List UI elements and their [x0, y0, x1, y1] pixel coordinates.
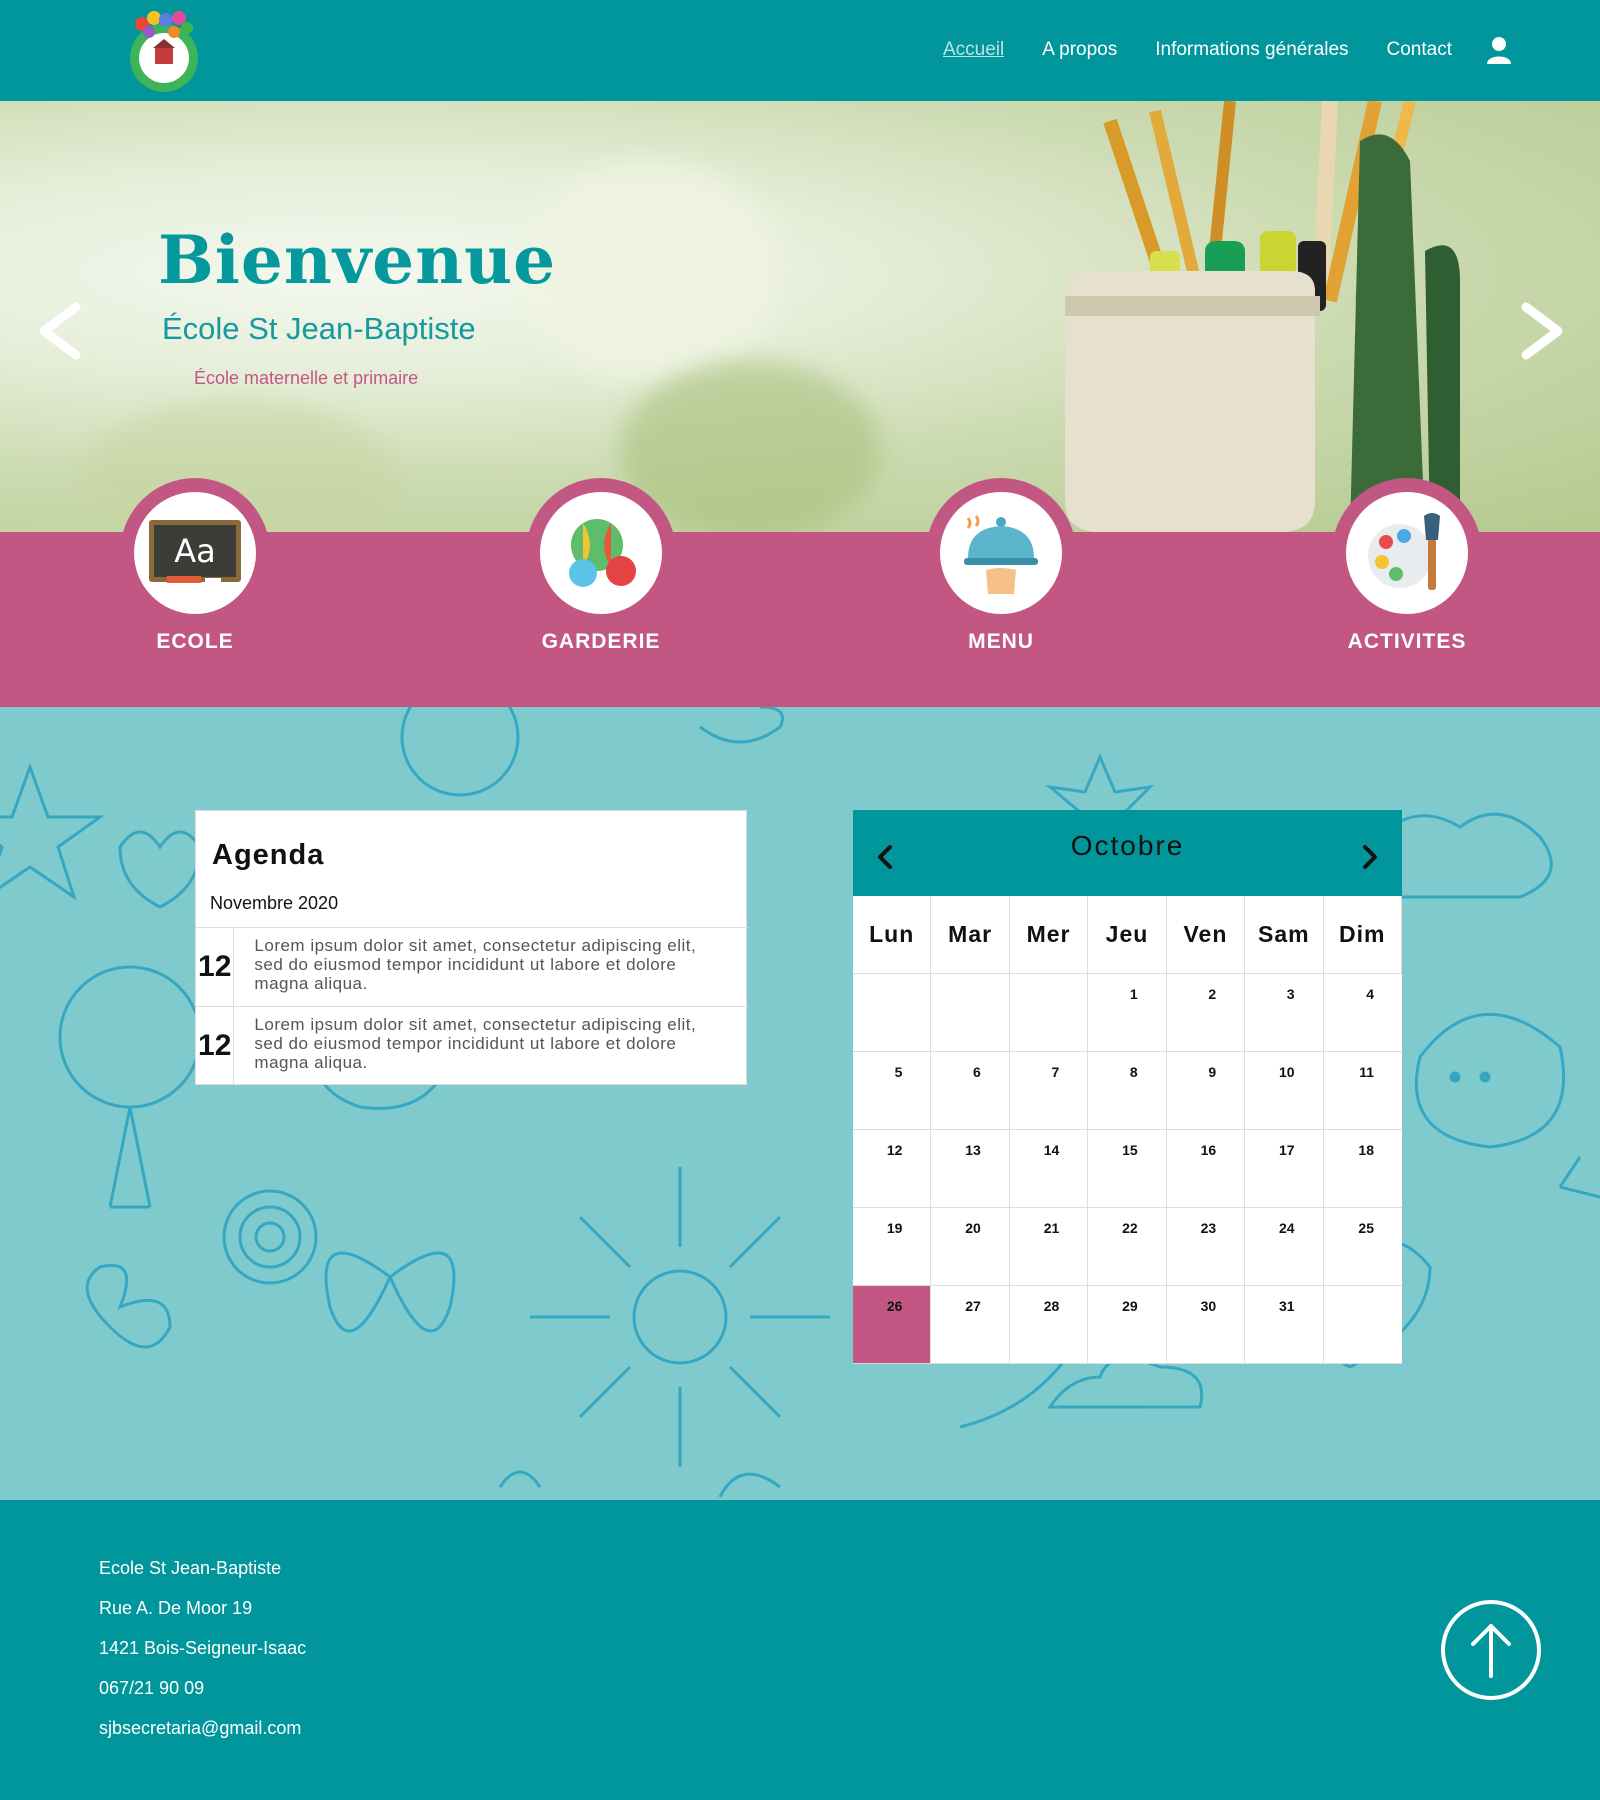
calendar-day[interactable]: 18: [1323, 1130, 1402, 1208]
calendar-day[interactable]: 13: [931, 1130, 1010, 1208]
site-header: Accueil A propos Informations générales …: [0, 0, 1600, 101]
agenda-panel: Agenda Novembre 2020 12 Lorem ipsum dolo…: [195, 810, 748, 1085]
svg-text:Aa: Aa: [174, 532, 216, 570]
service-ring: [526, 478, 676, 628]
nav-accueil[interactable]: Accueil: [943, 39, 1004, 61]
footer-contact: Ecole St Jean-Baptiste Rue A. De Moor 19…: [99, 1558, 306, 1758]
calendar-day[interactable]: 21: [1009, 1208, 1089, 1286]
site-footer: Ecole St Jean-Baptiste Rue A. De Moor 19…: [0, 1500, 1600, 1800]
agenda-event-day: 12: [196, 1007, 235, 1085]
calendar-weekday: Lun: [853, 896, 932, 974]
hero-tagline: École maternelle et primaire: [194, 368, 419, 388]
service-ring: [1332, 478, 1482, 628]
calendar-day[interactable]: 3: [1245, 974, 1324, 1052]
hero-banner: Bienvenue École St Jean-Baptiste École m…: [0, 101, 1600, 532]
calendar-day[interactable]: 25: [1323, 1208, 1402, 1286]
nav-a-propos[interactable]: A propos: [1042, 39, 1117, 61]
calendar-empty-cell: [931, 974, 1010, 1052]
agenda-month: Novembre 2020: [210, 893, 339, 913]
footer-phone: 067/21 90 09: [99, 1678, 205, 1698]
hero-subtitle: École St Jean-Baptiste: [162, 311, 476, 346]
calendar-empty-cell: [853, 974, 932, 1052]
balls-icon: [569, 519, 636, 587]
pencil-jar-image: [1065, 101, 1460, 532]
calendar-widget: Octobre Lun Mar Mer Jeu Ven Sam Dim 1 2 3 4 5 6 7 8 9 10…: [853, 810, 1402, 1364]
main-nav: Accueil A propos Informations générales …: [905, 36, 1512, 64]
calendar-day[interactable]: 29: [1088, 1286, 1167, 1364]
calendar-day[interactable]: 31: [1245, 1286, 1324, 1364]
calendar-header: Octobre: [853, 810, 1402, 896]
service-garderie[interactable]: GARDERIE: [526, 478, 676, 654]
calendar-day[interactable]: 14: [1009, 1130, 1089, 1208]
service-label: GARDERIE: [541, 630, 661, 653]
calendar-day[interactable]: 27: [931, 1286, 1010, 1364]
calendar-empty-cell: [1323, 1286, 1402, 1364]
service-label: ACTIVITES: [1347, 630, 1467, 653]
calendar-day[interactable]: 2: [1166, 974, 1246, 1052]
agenda-title: Agenda: [212, 839, 325, 871]
calendar-day[interactable]: 26: [853, 1286, 932, 1364]
user-icon[interactable]: [1486, 36, 1512, 64]
chevron-left-icon[interactable]: [32, 299, 88, 363]
calendar-day[interactable]: 5: [853, 1052, 932, 1130]
calendar-day[interactable]: 9: [1166, 1052, 1246, 1130]
agenda-event-text: Lorem ipsum dolor sit amet, consectetur …: [254, 1015, 697, 1072]
calendar-weekday: Mar: [931, 896, 1010, 974]
calendar-day[interactable]: 7: [1009, 1052, 1089, 1130]
calendar-weekday: Mer: [1009, 896, 1089, 974]
chevron-right-icon[interactable]: [1514, 299, 1570, 363]
calendar-day[interactable]: 15: [1088, 1130, 1167, 1208]
nav-contact[interactable]: Contact: [1387, 39, 1452, 61]
calendar-day[interactable]: 11: [1323, 1052, 1402, 1130]
service-ecole[interactable]: Aa ECOLE: [120, 478, 270, 654]
agenda-event-day: 12: [196, 928, 235, 1006]
calendar-day[interactable]: 30: [1166, 1286, 1246, 1364]
calendar-day[interactable]: 10: [1245, 1052, 1324, 1130]
calendar-day[interactable]: 23: [1166, 1208, 1246, 1286]
calendar-weekday: Dim: [1323, 896, 1402, 974]
footer-city: 1421 Bois-Seigneur-Isaac: [99, 1638, 307, 1658]
calendar-weekday: Jeu: [1088, 896, 1167, 974]
calendar-grid: Lun Mar Mer Jeu Ven Sam Dim 1 2 3 4 5 6 7 8 9 10 11 12 13 14…: [853, 896, 1402, 1364]
calendar-weekday: Ven: [1166, 896, 1246, 974]
palette-icon: [1368, 513, 1440, 590]
agenda-event[interactable]: 12 Lorem ipsum dolor sit amet, consectet…: [196, 927, 748, 1006]
service-ring: Aa: [120, 478, 270, 628]
calendar-month: Octobre: [1070, 830, 1185, 861]
calendar-day[interactable]: 12: [853, 1130, 932, 1208]
footer-school-name: Ecole St Jean-Baptiste: [99, 1558, 282, 1578]
calendar-day[interactable]: 24: [1245, 1208, 1324, 1286]
service-ring: [926, 478, 1076, 628]
nav-informations-generales[interactable]: Informations générales: [1155, 39, 1348, 61]
chevron-right-icon[interactable]: [1360, 843, 1380, 871]
calendar-empty-cell: [1009, 974, 1089, 1052]
service-activites[interactable]: ACTIVITES: [1332, 478, 1482, 654]
calendar-day[interactable]: 6: [931, 1052, 1010, 1130]
school-logo[interactable]: [124, 6, 204, 98]
calendar-day[interactable]: 28: [1009, 1286, 1089, 1364]
service-menu[interactable]: MENU: [926, 478, 1076, 654]
service-label: ECOLE: [156, 630, 234, 653]
calendar-day[interactable]: 4: [1323, 974, 1402, 1052]
calendar-day[interactable]: 8: [1088, 1052, 1167, 1130]
back-to-top-button[interactable]: [1441, 1600, 1541, 1700]
hero-title: Bienvenue: [158, 221, 557, 299]
calendar-day[interactable]: 19: [853, 1208, 932, 1286]
calendar-weekday: Sam: [1245, 896, 1324, 974]
cloche-icon: [964, 515, 1038, 594]
agenda-event-text: Lorem ipsum dolor sit amet, consectetur …: [254, 936, 697, 993]
footer-street: Rue A. De Moor 19: [99, 1598, 253, 1618]
agenda-event[interactable]: 12 Lorem ipsum dolor sit amet, consectet…: [196, 1006, 748, 1085]
arrow-up-icon: [1471, 1624, 1511, 1678]
calendar-day[interactable]: 20: [931, 1208, 1010, 1286]
service-label: MENU: [968, 630, 1034, 653]
chalkboard-icon: Aa: [149, 520, 241, 583]
calendar-day[interactable]: 1: [1088, 974, 1167, 1052]
calendar-day[interactable]: 16: [1166, 1130, 1246, 1208]
calendar-day[interactable]: 22: [1088, 1208, 1167, 1286]
footer-email[interactable]: sjbsecretaria@gmail.com: [99, 1718, 306, 1758]
calendar-day[interactable]: 17: [1245, 1130, 1324, 1208]
